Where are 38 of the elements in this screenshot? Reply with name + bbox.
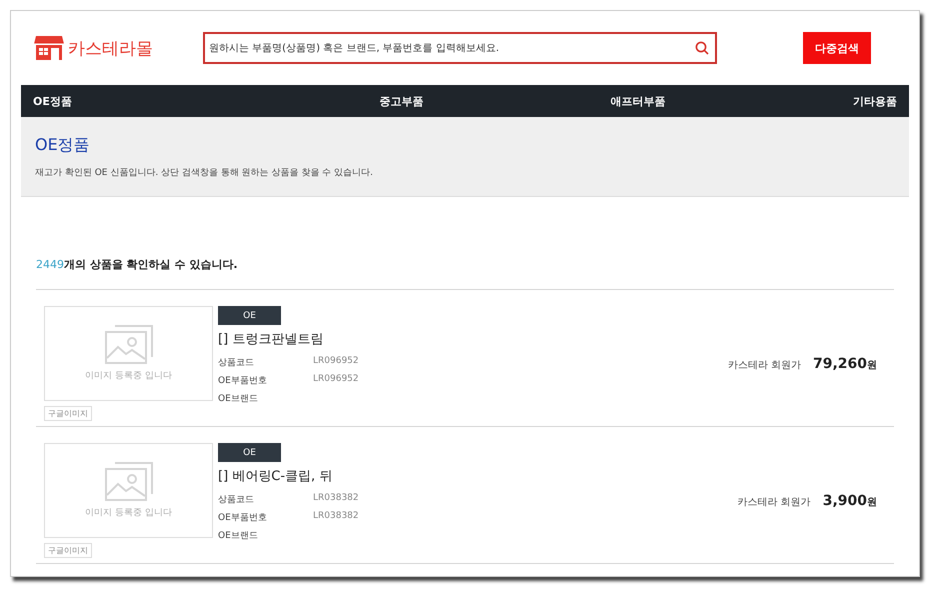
spec-value: LR038382 [313,493,359,505]
multi-search-button[interactable]: 다중검색 [803,32,871,64]
spec-value: LR096952 [313,356,359,368]
category-title: OE정품 [35,134,91,156]
image-icon [104,325,154,365]
price-label: 카스테라 회원가 [728,358,801,372]
spec-label: 상품코드 [218,357,255,369]
spec-label: OE부품번호 [218,375,268,387]
nav-item[interactable]: OE정품 [33,94,72,108]
store-icon [34,35,64,61]
nav-item[interactable]: 기타용품 [853,94,897,108]
price-value: 79,260 [812,356,867,372]
price-unit: 원 [867,496,877,508]
price-unit: 원 [867,358,877,372]
result-count: 2449 [36,258,64,271]
price-value: 3,900 [822,492,867,508]
image-icon [104,462,154,502]
spec-label: 상품코드 [218,494,255,506]
nav-item[interactable]: 중고부품 [379,94,424,108]
category-description: 재고가 확인된 OE 신품입니다. 상단 검색창을 통해 원하는 상품을 찾을 수 있습니다. [35,167,374,179]
category-badge: OE [218,306,281,325]
product-title[interactable]: [] 베어링C-클립, 뒤 [218,467,738,485]
category-badge: OE [218,443,281,462]
image-placeholder-text: 이미지 등록중 입니다 [85,507,172,519]
search-field[interactable]: 원하시는 부품명(상품명) 혹은 브랜드, 부품번호를 입력해보세요. [203,32,717,64]
google-image-button[interactable]: 구글이미지 [44,543,92,558]
spec-value: LR096952 [313,374,359,386]
spec-value: LR038382 [313,511,359,523]
price-label: 카스테라 회원가 [738,496,811,508]
spec-label: OE부품번호 [218,512,268,524]
result-text: 개의 상품을 확인하실 수 있습니다. [64,258,238,271]
nav-item[interactable]: 애프터부품 [610,94,666,108]
spec-label: OE브랜드 [218,393,259,405]
product-title[interactable]: [] 트렁크판넬트림 [218,330,728,348]
image-placeholder-text: 이미지 등록중 입니다 [85,370,172,382]
logo-text[interactable]: 카스테라몰 [68,36,153,60]
google-image-button[interactable]: 구글이미지 [44,406,92,421]
spec-label: OE브랜드 [218,530,259,542]
